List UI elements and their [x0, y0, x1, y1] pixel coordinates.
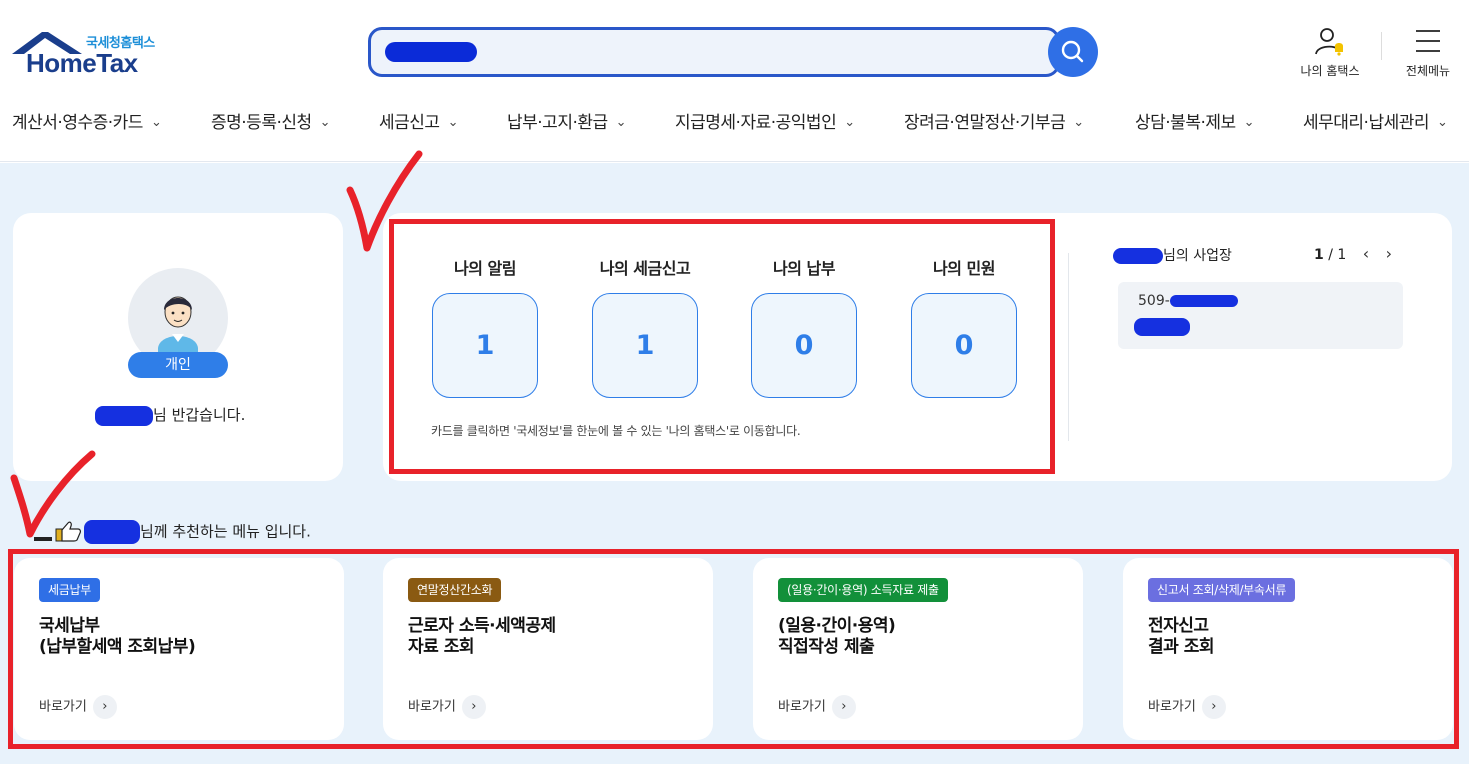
chevron-right-icon: › — [831, 695, 856, 719]
chevron-down-icon: ⌄ — [844, 115, 855, 130]
menu-name-line2: 직접작성 제출 — [778, 637, 875, 657]
chevron-down-icon: ⌄ — [1243, 115, 1255, 130]
chevron-down-icon: ⌄ — [447, 115, 459, 130]
recommend-card-tax-payment[interactable]: 세금납부 국세납부 (납부할세액 조회납부) 바로가기 › — [14, 558, 344, 740]
nav-item-incentive[interactable]: 장려금·연말정산·기부금 ⌄ — [904, 108, 1084, 133]
category-tag: (일용·간이·용역) 소득자료 제출 — [778, 578, 948, 602]
check-mark-annotation — [346, 150, 423, 252]
nav-label: 상담·불복·제보 — [1135, 113, 1236, 133]
my-hometax-button[interactable]: 나의 홈택스 — [1294, 26, 1366, 79]
chevron-right-icon[interactable]: › — [1386, 244, 1392, 263]
page-current: 1 — [1314, 247, 1324, 263]
redacted-search-text — [385, 42, 477, 62]
menu-name-line1: 근로자 소득·세액공제 — [408, 616, 556, 636]
logo-title: HomeTax — [26, 48, 138, 78]
search-button[interactable] — [1048, 27, 1098, 77]
nav-item-statement[interactable]: 지급명세·자료·공익법인 ⌄ — [675, 108, 855, 133]
redacted-business-name — [1134, 318, 1190, 336]
nav-item-payment[interactable]: 납부·고지·환급 ⌄ — [507, 108, 627, 133]
chevron-down-icon: ⌄ — [1073, 115, 1084, 130]
nav-label: 납부·고지·환급 — [507, 113, 608, 133]
greeting-label: 님 반갑습니다. — [153, 406, 246, 424]
menu-name-line1: (일용·간이·용역) — [778, 616, 896, 636]
profile-card: 개인 님 반갑습니다. — [13, 213, 343, 481]
go-link[interactable]: 바로가기 › — [1148, 695, 1226, 719]
redacted-user-name — [1113, 248, 1163, 264]
search-input[interactable] — [385, 38, 1005, 66]
recommend-card-year-end[interactable]: 연말정산간소화 근로자 소득·세액공제 자료 조회 바로가기 › — [383, 558, 713, 740]
menu-name: 국세납부 (납부할세액 조회납부) — [39, 616, 196, 658]
redacted-business-number — [1169, 295, 1238, 307]
user-type-badge: 개인 — [128, 352, 228, 378]
go-link[interactable]: 바로가기 › — [408, 695, 486, 719]
chevron-down-icon: ⌄ — [615, 115, 627, 130]
check-mark-annotation — [10, 450, 96, 538]
category-tag: 신고서 조회/삭제/부속서류 — [1148, 578, 1296, 602]
recommend-card-daily-income[interactable]: (일용·간이·용역) 소득자료 제출 (일용·간이·용역) 직접작성 제출 바로가… — [753, 558, 1083, 740]
search-icon — [1061, 40, 1084, 63]
hometax-logo[interactable]: 국세청홈택스 HomeTax — [12, 28, 172, 80]
user-bell-icon — [1315, 28, 1343, 56]
business-title: 님의 사업장 — [1113, 245, 1232, 265]
nav-label: 세금신고 — [379, 113, 440, 133]
go-link[interactable]: 바로가기 › — [778, 695, 856, 719]
business-title-label: 님의 사업장 — [1163, 248, 1232, 264]
nav-label: 계산서·영수증·카드 — [12, 113, 143, 133]
utility-divider — [1381, 32, 1382, 60]
hamburger-menu-icon — [1416, 30, 1440, 52]
vertical-divider — [1068, 253, 1069, 441]
menu-name-line1: 국세납부 — [39, 616, 100, 636]
nav-item-invoice[interactable]: 계산서·영수증·카드 ⌄ — [12, 108, 162, 133]
chevron-down-icon: ⌄ — [150, 115, 162, 130]
business-item[interactable]: 509- — [1118, 282, 1403, 349]
menu-name-line1: 전자신고 — [1148, 616, 1209, 636]
menu-name-line2: 결과 조회 — [1148, 637, 1214, 657]
all-menu-button[interactable]: 전체메뉴 — [1400, 26, 1456, 79]
nav-item-certificate[interactable]: 증명·등록·신청 ⌄ — [211, 108, 331, 133]
menu-name: 근로자 소득·세액공제 자료 조회 — [408, 616, 556, 658]
nav-item-consult[interactable]: 상담·불복·제보 ⌄ — [1135, 108, 1255, 133]
chevron-right-icon: › — [1201, 695, 1226, 719]
my-hometax-label: 나의 홈택스 — [1300, 64, 1360, 78]
chevron-right-icon: › — [461, 695, 486, 719]
menu-name-line2: (납부할세액 조회납부) — [39, 637, 196, 657]
go-label: 바로가기 — [408, 699, 456, 715]
go-label: 바로가기 — [1148, 699, 1196, 715]
category-tag: 세금납부 — [39, 578, 100, 602]
category-tag: 연말정산간소화 — [408, 578, 502, 602]
chevron-down-icon: ⌄ — [319, 115, 331, 130]
menu-name-line2: 자료 조회 — [408, 637, 474, 657]
nav-label: 장려금·연말정산·기부금 — [904, 113, 1066, 133]
chevron-left-icon[interactable]: ‹ — [1363, 244, 1369, 263]
business-number-prefix: 509- — [1138, 293, 1170, 309]
nav-item-tax-filing[interactable]: 세금신고 ⌄ — [379, 108, 458, 133]
nav-label: 증명·등록·신청 — [211, 113, 312, 133]
menu-name: 전자신고 결과 조회 — [1148, 616, 1214, 658]
main-navigation: 계산서·영수증·카드 ⌄ 증명·등록·신청 ⌄ 세금신고 ⌄ 납부·고지·환급 ⌄ 지급… — [0, 108, 1469, 136]
nav-label: 세무대리·납세관리 — [1303, 113, 1430, 133]
nav-label: 지급명세·자료·공익법인 — [675, 113, 837, 133]
nav-item-tax-agent[interactable]: 세무대리·납세관리 ⌄ — [1303, 108, 1448, 133]
chevron-right-icon: › — [92, 695, 117, 719]
recommend-card-e-filing-result[interactable]: 신고서 조회/삭제/부속서류 전자신고 결과 조회 바로가기 › — [1123, 558, 1453, 740]
all-menu-label: 전체메뉴 — [1405, 64, 1451, 78]
go-link[interactable]: 바로가기 › — [39, 695, 117, 719]
go-label: 바로가기 — [778, 699, 826, 715]
highlight-box — [389, 219, 1055, 474]
business-pager: 1 / 1 ‹ › — [1314, 244, 1392, 263]
greeting-text: 님 반갑습니다. — [95, 404, 245, 426]
chevron-down-icon: ⌄ — [1437, 115, 1448, 130]
business-number: 509- — [1138, 293, 1238, 309]
page-total: / 1 — [1328, 247, 1347, 263]
site-header: 국세청홈택스 HomeTax 나의 홈택스 전체메뉴 계산서·영수증·카드 ⌄ 증… — [0, 0, 1469, 162]
search-box — [368, 27, 1060, 77]
recommend-title-label: 님께 추천하는 메뉴 입니다. — [140, 522, 311, 541]
menu-name: (일용·간이·용역) 직접작성 제출 — [778, 616, 896, 658]
redacted-user-name — [95, 405, 153, 426]
go-label: 바로가기 — [39, 699, 87, 715]
